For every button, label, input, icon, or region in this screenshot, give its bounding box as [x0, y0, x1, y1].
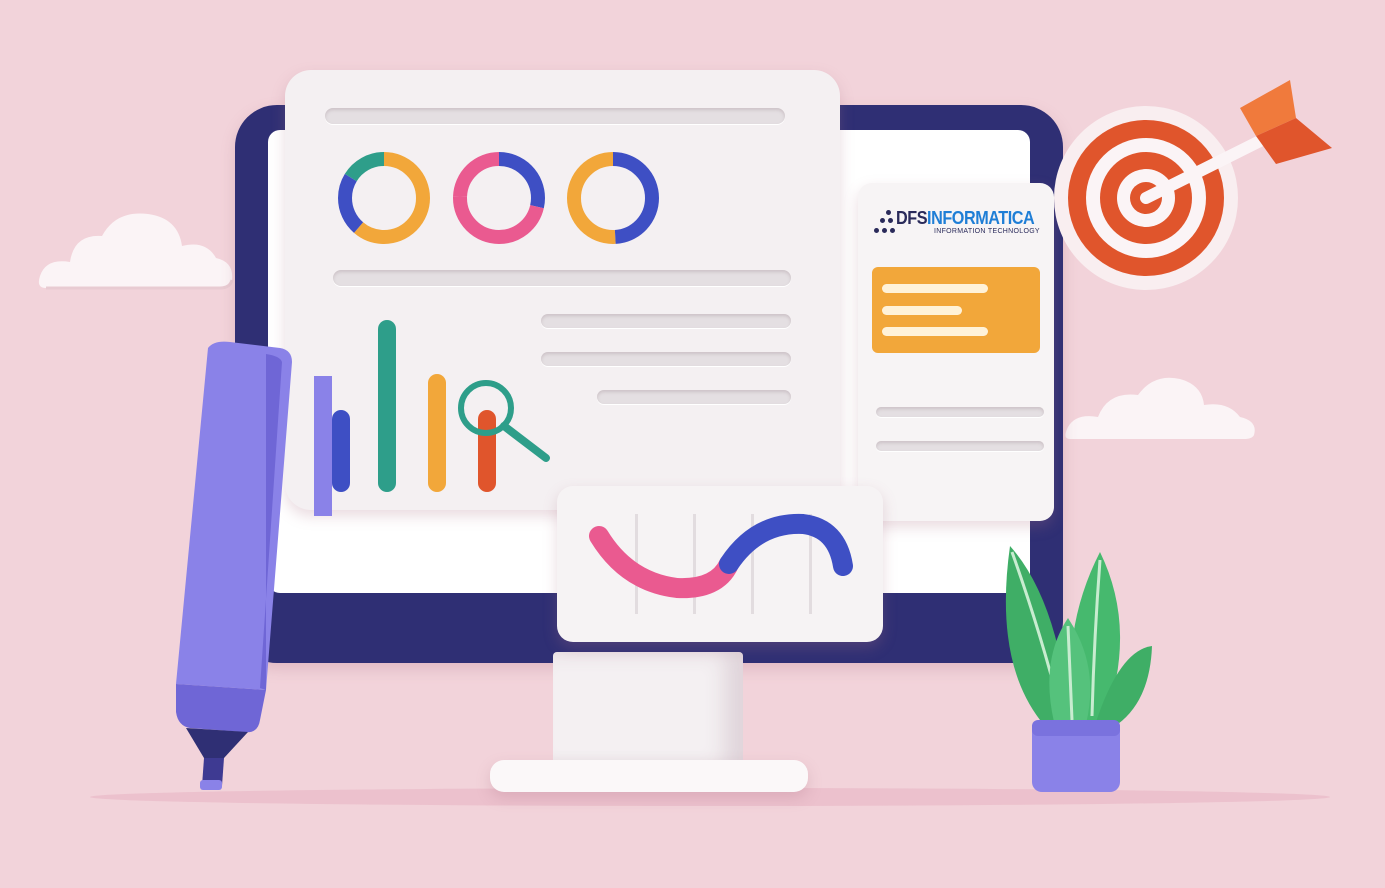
monitor-base: [490, 760, 808, 792]
plant-icon: [1005, 546, 1152, 792]
text-line: [597, 390, 791, 404]
magnifier-icon: [458, 380, 550, 462]
text-line: [333, 270, 791, 286]
donut-chart-icon: [567, 152, 659, 244]
logo-tagline: INFORMATION TECHNOLOGY: [934, 228, 1040, 235]
text-line: [541, 352, 791, 366]
target-icon: [1054, 80, 1332, 290]
logo-brand-prefix: DFS: [896, 208, 928, 228]
monitor-stand: [553, 652, 743, 770]
logo-brand-suffix: INFORMATICA: [927, 208, 1035, 228]
text-line: [876, 407, 1044, 417]
logo-wordmark: DFSINFORMATICA: [896, 208, 1035, 228]
bar-chart-icon: [314, 320, 550, 516]
highlighter-icon: [176, 341, 292, 790]
donut-chart-icon: [338, 152, 430, 244]
cloud-icon-right: [1065, 377, 1255, 439]
text-line: [541, 314, 791, 328]
logo: DFSINFORMATICA INFORMATION TECHNOLOGY: [872, 206, 1042, 242]
cloud-icon-left: [38, 213, 234, 290]
highlight-card: [872, 267, 1040, 353]
text-line: [325, 108, 785, 124]
text-line: [876, 441, 1044, 451]
donut-chart-icon: [453, 152, 545, 244]
wave-chart-icon: [589, 513, 853, 599]
